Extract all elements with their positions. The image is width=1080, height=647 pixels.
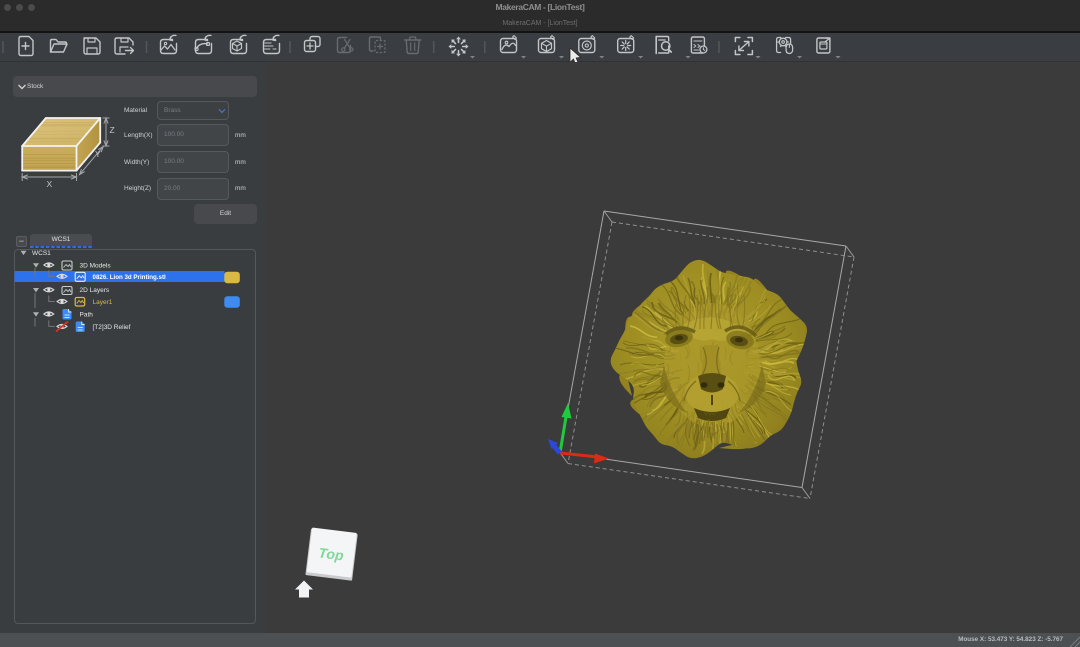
svg-text:3D Models: 3D Models: [80, 262, 112, 269]
svg-text:Y: Y: [95, 149, 101, 159]
svg-text:WCS1: WCS1: [32, 250, 51, 257]
svg-text:Top: Top: [318, 545, 345, 564]
svg-text:Z: Z: [110, 125, 115, 135]
svg-text:Path: Path: [80, 311, 94, 318]
svg-text:0826. Lion 3d Printing.stl: 0826. Lion 3d Printing.stl: [93, 274, 167, 281]
svg-text:X: X: [47, 179, 53, 189]
svg-text:[T2]3D Relief: [T2]3D Relief: [93, 324, 131, 331]
svg-text:2D Layers: 2D Layers: [80, 287, 110, 294]
svg-text:Layer1: Layer1: [93, 299, 113, 306]
